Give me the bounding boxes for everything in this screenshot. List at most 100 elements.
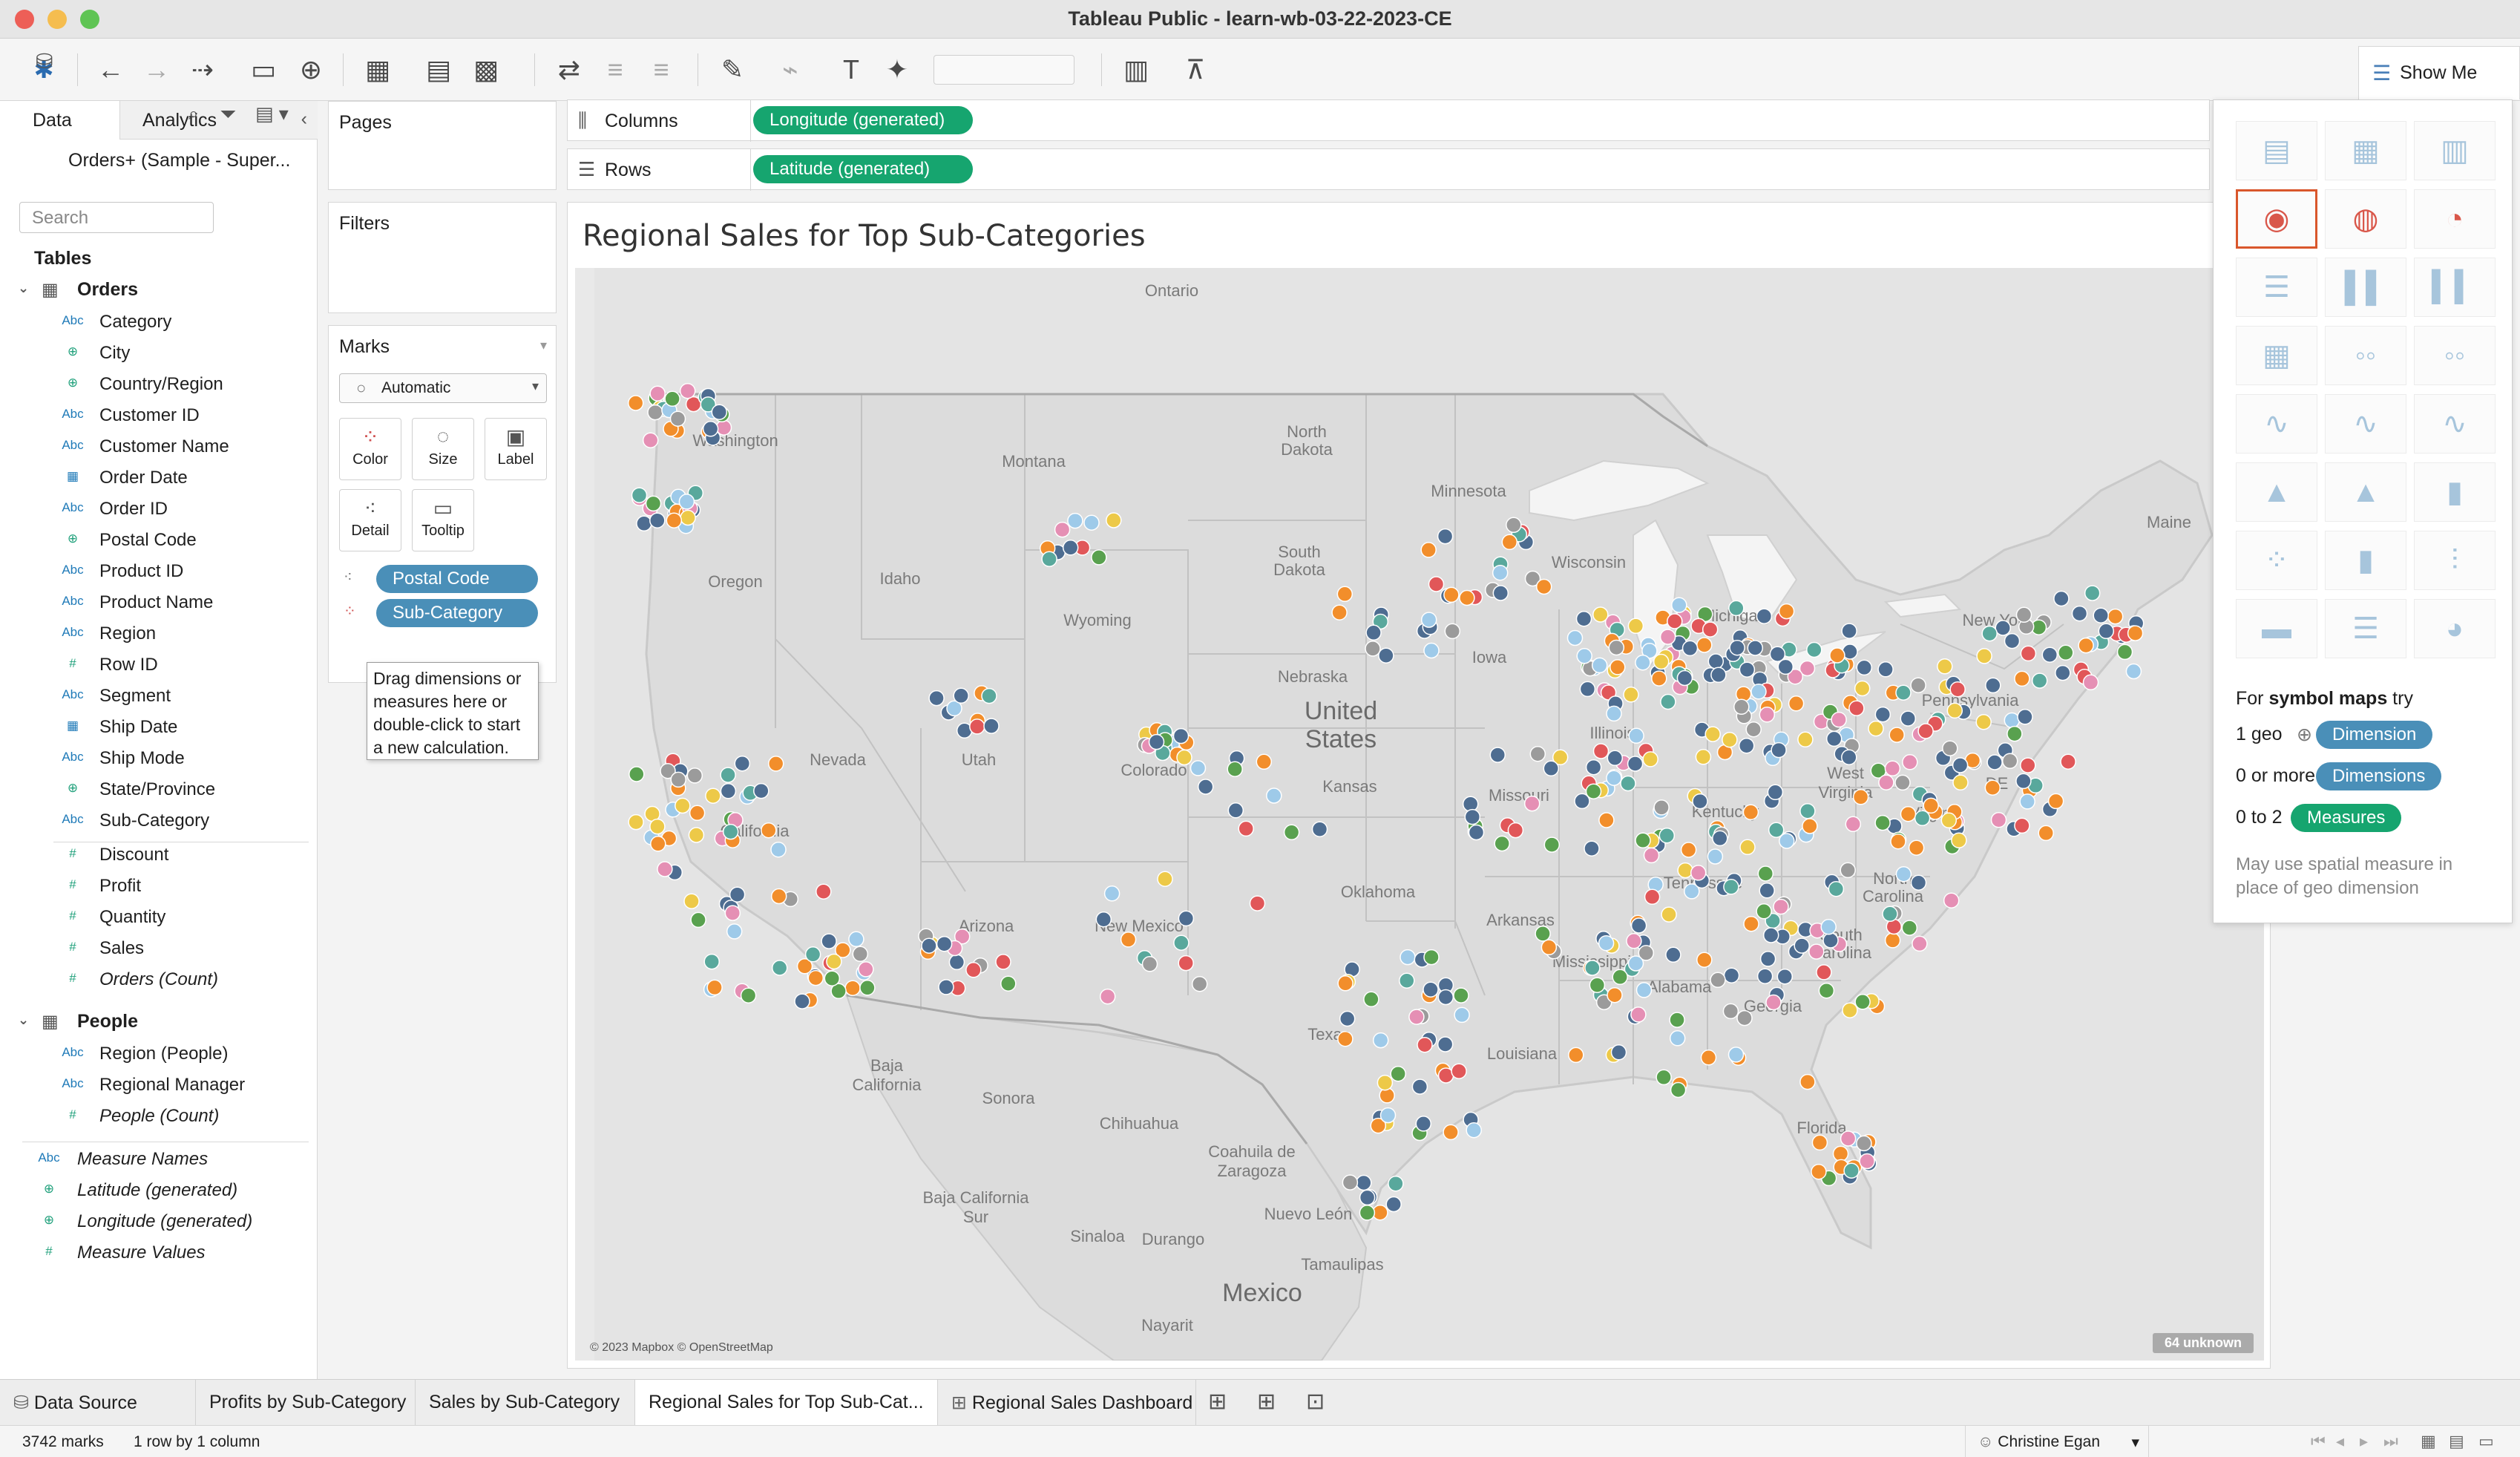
data-point[interactable] [1670, 1081, 1687, 1099]
chart-type-thumb[interactable]: ◕ [2414, 599, 2496, 658]
data-point[interactable] [1676, 669, 1693, 687]
data-point[interactable] [1845, 816, 1862, 833]
data-point[interactable] [1756, 903, 1772, 920]
data-point[interactable] [628, 813, 644, 831]
data-point[interactable] [2007, 725, 2023, 742]
data-point[interactable] [821, 933, 837, 949]
data-point[interactable] [1825, 730, 1843, 747]
data-point[interactable] [1176, 749, 1192, 766]
chart-type-thumb[interactable]: ◍ [2325, 189, 2406, 249]
data-point[interactable] [1986, 754, 2003, 770]
chart-type-thumb[interactable]: ▦ [2325, 121, 2406, 180]
data-point[interactable] [1990, 811, 2007, 828]
data-point[interactable] [649, 818, 666, 835]
filmstrip-view-icon[interactable]: ▤ [2449, 1432, 2464, 1451]
sort-ascending-icon[interactable]: ≡ [597, 52, 634, 88]
data-point[interactable] [1379, 1107, 1397, 1124]
data-point[interactable] [1067, 512, 1083, 529]
data-point[interactable] [1882, 906, 1898, 923]
data-point[interactable] [706, 979, 723, 996]
data-point[interactable] [2107, 608, 2124, 625]
field-item[interactable]: ⊕ City [0, 341, 312, 373]
data-point[interactable] [679, 382, 696, 399]
data-point[interactable] [1191, 975, 1208, 992]
data-point[interactable] [729, 886, 746, 903]
marks-menu-icon[interactable]: ▾ [540, 338, 547, 353]
save-icon[interactable]: ▭ [245, 52, 282, 88]
field-item[interactable]: ⊕ Postal Code [0, 528, 312, 560]
data-point[interactable] [2031, 672, 2048, 689]
data-point[interactable] [1841, 623, 1857, 639]
data-point[interactable] [1949, 681, 1966, 698]
data-point[interactable] [826, 953, 842, 970]
data-point[interactable] [1626, 933, 1642, 949]
data-point[interactable] [1339, 1010, 1356, 1027]
data-point[interactable] [1489, 747, 1506, 763]
new-worksheet-icon[interactable]: ⊞ [1208, 1389, 1227, 1415]
data-point[interactable] [1443, 586, 1460, 603]
data-point[interactable] [1642, 751, 1658, 767]
data-point[interactable] [1584, 960, 1601, 976]
data-point[interactable] [770, 841, 787, 858]
data-point[interactable] [1937, 658, 1953, 675]
data-point[interactable] [1874, 706, 1891, 723]
data-point[interactable] [1437, 528, 1454, 545]
data-point[interactable] [1506, 517, 1522, 534]
data-point[interactable] [1390, 1065, 1406, 1082]
data-point[interactable] [1841, 749, 1857, 765]
data-point[interactable] [1832, 1145, 1849, 1162]
data-point[interactable] [2019, 793, 2035, 810]
field-item[interactable]: # Row ID [0, 653, 312, 684]
data-point[interactable] [1041, 551, 1057, 567]
data-point[interactable] [1665, 946, 1681, 963]
data-point[interactable] [1598, 812, 1615, 828]
data-point[interactable] [771, 960, 788, 976]
data-point[interactable] [1874, 814, 1891, 831]
data-point[interactable] [2004, 632, 2021, 649]
data-point[interactable] [649, 385, 666, 402]
size-button[interactable]: ◌ Size [412, 418, 474, 480]
data-point[interactable] [1742, 804, 1759, 821]
chart-type-thumb[interactable]: ▤ [2236, 121, 2317, 180]
data-point[interactable] [1148, 733, 1165, 750]
data-point[interactable] [1723, 879, 1739, 895]
data-point[interactable] [1667, 613, 1683, 629]
data-point[interactable] [1628, 727, 1644, 744]
data-point[interactable] [1759, 707, 1776, 723]
data-point[interactable] [1627, 756, 1644, 772]
data-point[interactable] [1984, 779, 2001, 796]
data-point[interactable] [1606, 705, 1622, 722]
data-point[interactable] [669, 410, 686, 427]
data-point[interactable] [703, 953, 720, 970]
data-point[interactable] [1843, 1162, 1860, 1179]
data-point[interactable] [1492, 585, 1509, 601]
data-point[interactable] [1535, 578, 1552, 595]
data-point[interactable] [1359, 1205, 1376, 1221]
data-point[interactable] [1523, 795, 1540, 812]
data-point[interactable] [859, 980, 876, 996]
data-point[interactable] [1106, 512, 1122, 528]
data-point[interactable] [1831, 711, 1847, 728]
data-point[interactable] [848, 931, 864, 948]
data-point[interactable] [720, 767, 736, 783]
data-point[interactable] [1190, 760, 1207, 776]
chart-type-thumb[interactable]: ⁘ [2236, 531, 2317, 590]
data-point[interactable] [670, 771, 686, 788]
data-point[interactable] [753, 782, 770, 799]
data-point[interactable] [2055, 664, 2071, 681]
data-point[interactable] [1103, 885, 1120, 902]
pages-card[interactable]: Pages [328, 101, 557, 190]
field-item[interactable]: Abc Region (People) [0, 1042, 312, 1073]
data-point[interactable] [1700, 1050, 1717, 1066]
data-point[interactable] [770, 888, 787, 905]
data-point[interactable] [2047, 793, 2064, 810]
chart-type-thumb[interactable]: ☰ [2325, 599, 2406, 658]
data-point[interactable] [1388, 1175, 1404, 1192]
sheet-tab-dashboard[interactable]: ⊞ Regional Sales Dashboard [938, 1380, 1196, 1426]
data-point[interactable] [1420, 542, 1437, 558]
data-point[interactable] [1420, 612, 1437, 628]
data-point[interactable] [1623, 687, 1639, 703]
data-point[interactable] [1227, 802, 1244, 819]
data-point[interactable] [1342, 1174, 1359, 1191]
data-point[interactable] [1739, 661, 1756, 678]
